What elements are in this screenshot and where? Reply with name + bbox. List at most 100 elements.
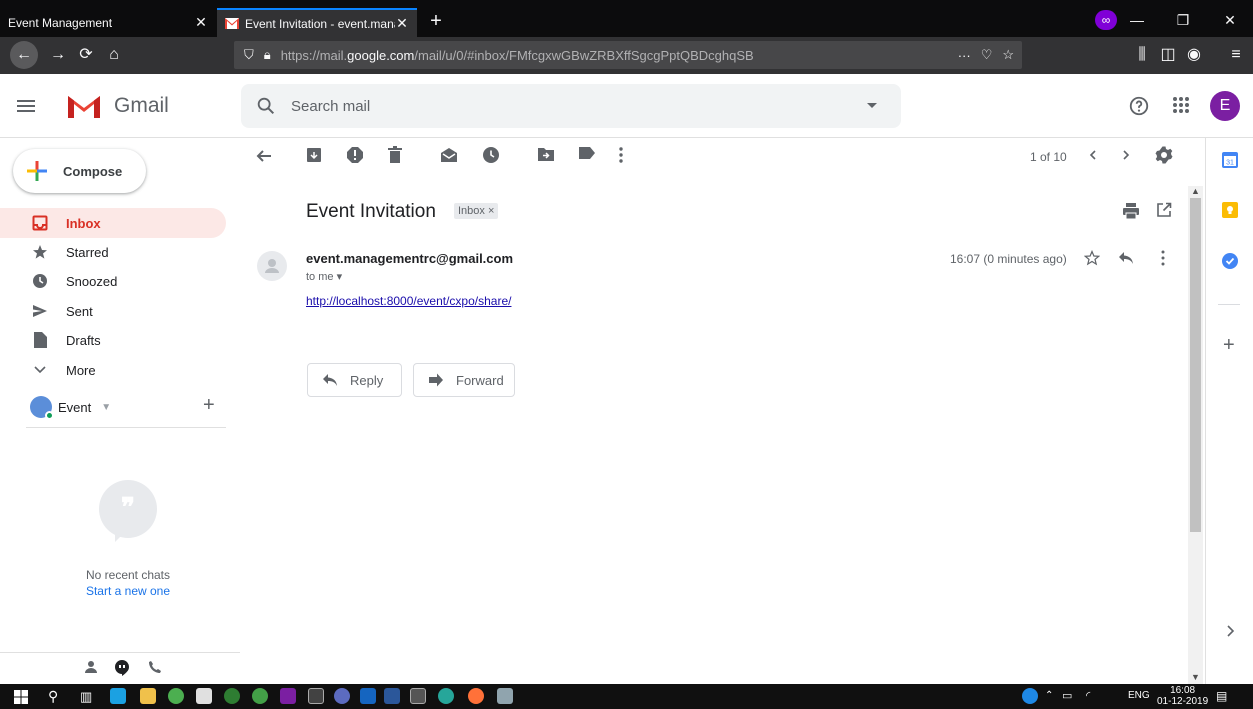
- maximize-icon[interactable]: ❐: [1160, 6, 1206, 34]
- tab-close-icon[interactable]: ✕: [194, 14, 208, 31]
- notifications-icon[interactable]: ▤: [1216, 689, 1227, 703]
- main-menu-icon[interactable]: [14, 94, 38, 118]
- app-icon[interactable]: [360, 688, 376, 704]
- app-icon[interactable]: [308, 688, 324, 704]
- mark-unread-icon[interactable]: [440, 146, 464, 170]
- archive-icon[interactable]: [305, 146, 329, 170]
- taskbar-clock[interactable]: 16:08 01-12-2019: [1157, 685, 1208, 707]
- app-icon[interactable]: [252, 688, 268, 704]
- forward-button[interactable]: Forward: [413, 363, 515, 397]
- lock-icon[interactable]: 🔒︎: [264, 47, 271, 63]
- file-explorer-icon[interactable]: [140, 688, 156, 704]
- search-input[interactable]: [291, 84, 851, 128]
- print-icon[interactable]: [1122, 202, 1140, 220]
- library-icon[interactable]: ⫼: [1128, 41, 1156, 69]
- search-icon[interactable]: ⚲: [48, 688, 58, 705]
- snooze-icon[interactable]: [482, 146, 506, 170]
- more-options-icon[interactable]: [618, 146, 642, 170]
- language-indicator[interactable]: ENG: [1128, 690, 1150, 701]
- back-to-inbox-icon[interactable]: [254, 146, 278, 170]
- gmail-logo-icon[interactable]: [66, 92, 102, 120]
- calendar-icon[interactable]: 31: [1222, 152, 1238, 168]
- apps-grid-icon[interactable]: [1171, 95, 1191, 115]
- hangouts-add-icon[interactable]: +: [203, 394, 215, 417]
- page-actions-icon[interactable]: ···: [958, 48, 971, 63]
- hamburger-menu-icon[interactable]: ≡: [1222, 41, 1250, 69]
- phone-icon[interactable]: [148, 660, 162, 674]
- sidebar-item-starred[interactable]: Starred: [0, 237, 226, 267]
- mail-icon[interactable]: [196, 688, 212, 704]
- chrome-icon[interactable]: [168, 688, 184, 704]
- bookmark-star-icon[interactable]: ☆: [1002, 47, 1014, 63]
- expand-panel-icon[interactable]: [1225, 624, 1235, 638]
- search-bar[interactable]: [241, 84, 901, 128]
- back-icon[interactable]: ←: [10, 41, 38, 69]
- newer-chevron-icon[interactable]: [1086, 146, 1110, 170]
- word-icon[interactable]: [384, 688, 400, 704]
- home-icon[interactable]: ⌂: [100, 41, 128, 69]
- delete-icon[interactable]: [387, 146, 411, 170]
- account-icon[interactable]: ◉: [1180, 41, 1208, 69]
- browser-tab-event-management[interactable]: Event Management ✕: [0, 8, 216, 37]
- search-icon[interactable]: [255, 95, 277, 117]
- sender-email[interactable]: event.managementrc@gmail.com: [306, 251, 513, 266]
- labels-icon[interactable]: [578, 146, 602, 170]
- scrollbar-thumb[interactable]: [1190, 198, 1201, 532]
- sidebar-item-more[interactable]: More: [0, 355, 226, 385]
- tab-close-icon[interactable]: ✕: [395, 15, 409, 32]
- browser-tab-event-invitation[interactable]: Event Invitation - event.manag ✕: [217, 8, 417, 37]
- hangouts-chat-icon[interactable]: [115, 660, 129, 676]
- compose-button[interactable]: Compose: [13, 149, 146, 193]
- edge-icon[interactable]: [110, 688, 126, 704]
- report-spam-icon[interactable]: [346, 146, 370, 170]
- app-icon[interactable]: [438, 688, 454, 704]
- scroll-up-icon[interactable]: ▲: [1191, 186, 1200, 196]
- scroll-down-icon[interactable]: ▼: [1191, 672, 1200, 682]
- task-view-icon[interactable]: ▥: [80, 689, 92, 705]
- terminal-icon[interactable]: [410, 688, 426, 704]
- new-tab-button[interactable]: +: [424, 8, 448, 34]
- reload-icon[interactable]: ⟳: [72, 41, 100, 69]
- help-tray-icon[interactable]: [1022, 688, 1038, 704]
- older-chevron-icon[interactable]: [1119, 146, 1143, 170]
- pocket-icon[interactable]: ♡: [981, 47, 993, 63]
- app-icon[interactable]: [334, 688, 350, 704]
- shield-icon[interactable]: ⛉: [244, 47, 254, 63]
- keep-icon[interactable]: [1222, 202, 1238, 218]
- firefox-icon[interactable]: [468, 688, 484, 704]
- reply-arrow-icon[interactable]: [1118, 251, 1134, 265]
- contacts-person-icon[interactable]: [84, 660, 98, 674]
- reply-button[interactable]: Reply: [307, 363, 402, 397]
- inbox-label-chip[interactable]: Inbox ×: [454, 203, 499, 219]
- add-addon-icon[interactable]: +: [1223, 334, 1235, 357]
- onenote-icon[interactable]: [280, 688, 296, 704]
- tasks-icon[interactable]: [1222, 253, 1238, 269]
- minimize-icon[interactable]: —: [1114, 6, 1160, 34]
- app-icon[interactable]: [224, 688, 240, 704]
- sidebar-item-drafts[interactable]: Drafts: [0, 325, 226, 355]
- recipient-details[interactable]: to me ▾: [306, 270, 342, 283]
- forward-icon[interactable]: →: [44, 41, 72, 69]
- notepad-icon[interactable]: [497, 688, 513, 704]
- hangouts-user[interactable]: Event ▼: [30, 396, 111, 420]
- sidebar-item-snoozed[interactable]: Snoozed: [0, 266, 226, 296]
- search-options-icon[interactable]: [867, 103, 877, 108]
- hangouts-caret-icon[interactable]: ▼: [101, 402, 111, 413]
- window-close-icon[interactable]: ✕: [1207, 6, 1253, 34]
- help-icon[interactable]: [1128, 95, 1150, 117]
- wifi-icon[interactable]: ◜: [1086, 689, 1090, 702]
- star-message-icon[interactable]: [1084, 250, 1100, 266]
- open-new-window-icon[interactable]: [1156, 202, 1172, 218]
- sidebar-item-sent[interactable]: Sent: [0, 296, 226, 326]
- message-more-icon[interactable]: [1161, 250, 1165, 266]
- url-bar[interactable]: ⛉ 🔒︎ https://mail.google.com/mail/u/0/#i…: [234, 41, 1022, 69]
- battery-icon[interactable]: ▭: [1062, 689, 1072, 702]
- windows-start-icon[interactable]: [14, 690, 28, 704]
- settings-gear-icon[interactable]: [1155, 146, 1179, 170]
- start-new-chat-link[interactable]: Start a new one: [40, 584, 216, 598]
- sidebar-toggle-icon[interactable]: ◫: [1154, 41, 1182, 69]
- message-body-link[interactable]: http://localhost:8000/event/cxpo/share/: [306, 294, 511, 308]
- account-avatar[interactable]: E: [1210, 91, 1240, 121]
- tray-chevron-icon[interactable]: ⌃: [1045, 690, 1053, 701]
- sidebar-item-inbox[interactable]: Inbox: [0, 208, 226, 238]
